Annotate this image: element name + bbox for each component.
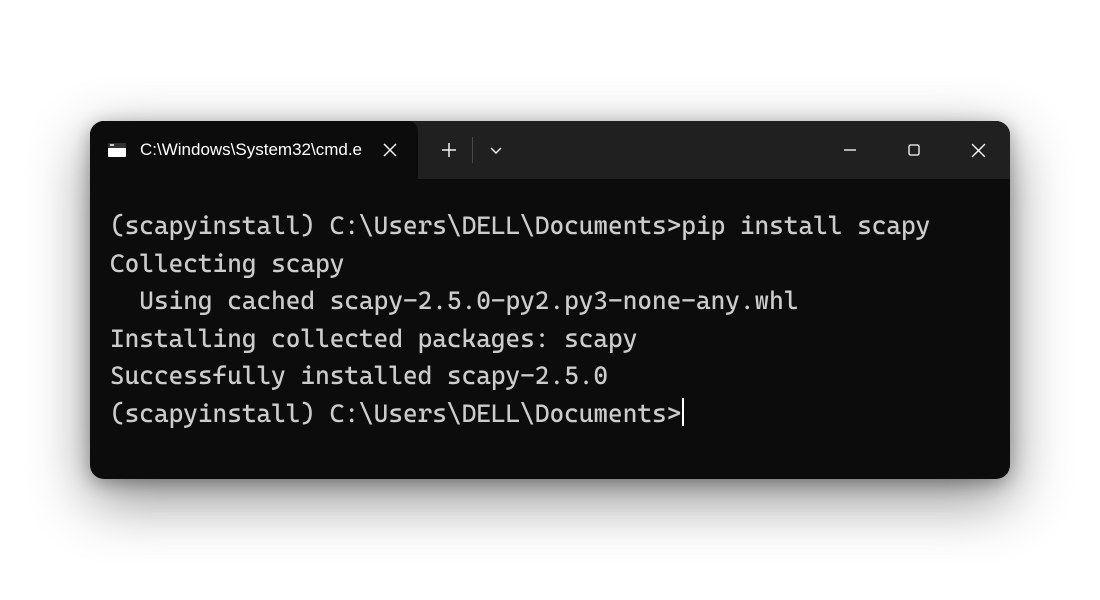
title-bar[interactable]: C:\Windows\System32\cmd.e: [90, 121, 1010, 179]
cmd-icon: [108, 143, 126, 157]
close-window-button[interactable]: [946, 121, 1010, 179]
terminal-body[interactable]: (scapyinstall) C:\Users\DELL\Documents>p…: [90, 179, 1010, 479]
chevron-down-icon: [489, 143, 503, 157]
tab-dropdown-button[interactable]: [473, 121, 519, 179]
new-tab-area: [418, 121, 519, 179]
close-icon: [971, 143, 986, 158]
active-tab[interactable]: C:\Windows\System32\cmd.e: [90, 121, 418, 179]
output-line: Collecting scapy: [110, 245, 990, 283]
output-line: Using cached scapy-2.5.0-py2.py3-none-an…: [110, 282, 990, 320]
plus-icon: [441, 142, 457, 158]
minimize-icon: [843, 143, 857, 157]
cursor: [682, 398, 684, 427]
output-line: (scapyinstall) C:\Users\DELL\Documents>p…: [110, 207, 990, 245]
minimize-button[interactable]: [818, 121, 882, 179]
output-line: Installing collected packages: scapy: [110, 320, 990, 358]
maximize-icon: [907, 143, 921, 157]
close-tab-button[interactable]: [376, 136, 404, 164]
terminal-window: C:\Windows\System32\cmd.e: [90, 121, 1010, 479]
window-controls: [818, 121, 1010, 179]
close-icon: [383, 143, 397, 157]
prompt-text: (scapyinstall) C:\Users\DELL\Documents>: [110, 395, 681, 433]
output-line: Successfully installed scapy-2.5.0: [110, 357, 990, 395]
new-tab-button[interactable]: [426, 121, 472, 179]
prompt-line: (scapyinstall) C:\Users\DELL\Documents>: [110, 395, 990, 433]
terminal-output: (scapyinstall) C:\Users\DELL\Documents>p…: [110, 207, 990, 432]
tab-title: C:\Windows\System32\cmd.e: [140, 140, 362, 160]
titlebar-spacer[interactable]: [519, 121, 818, 179]
maximize-button[interactable]: [882, 121, 946, 179]
